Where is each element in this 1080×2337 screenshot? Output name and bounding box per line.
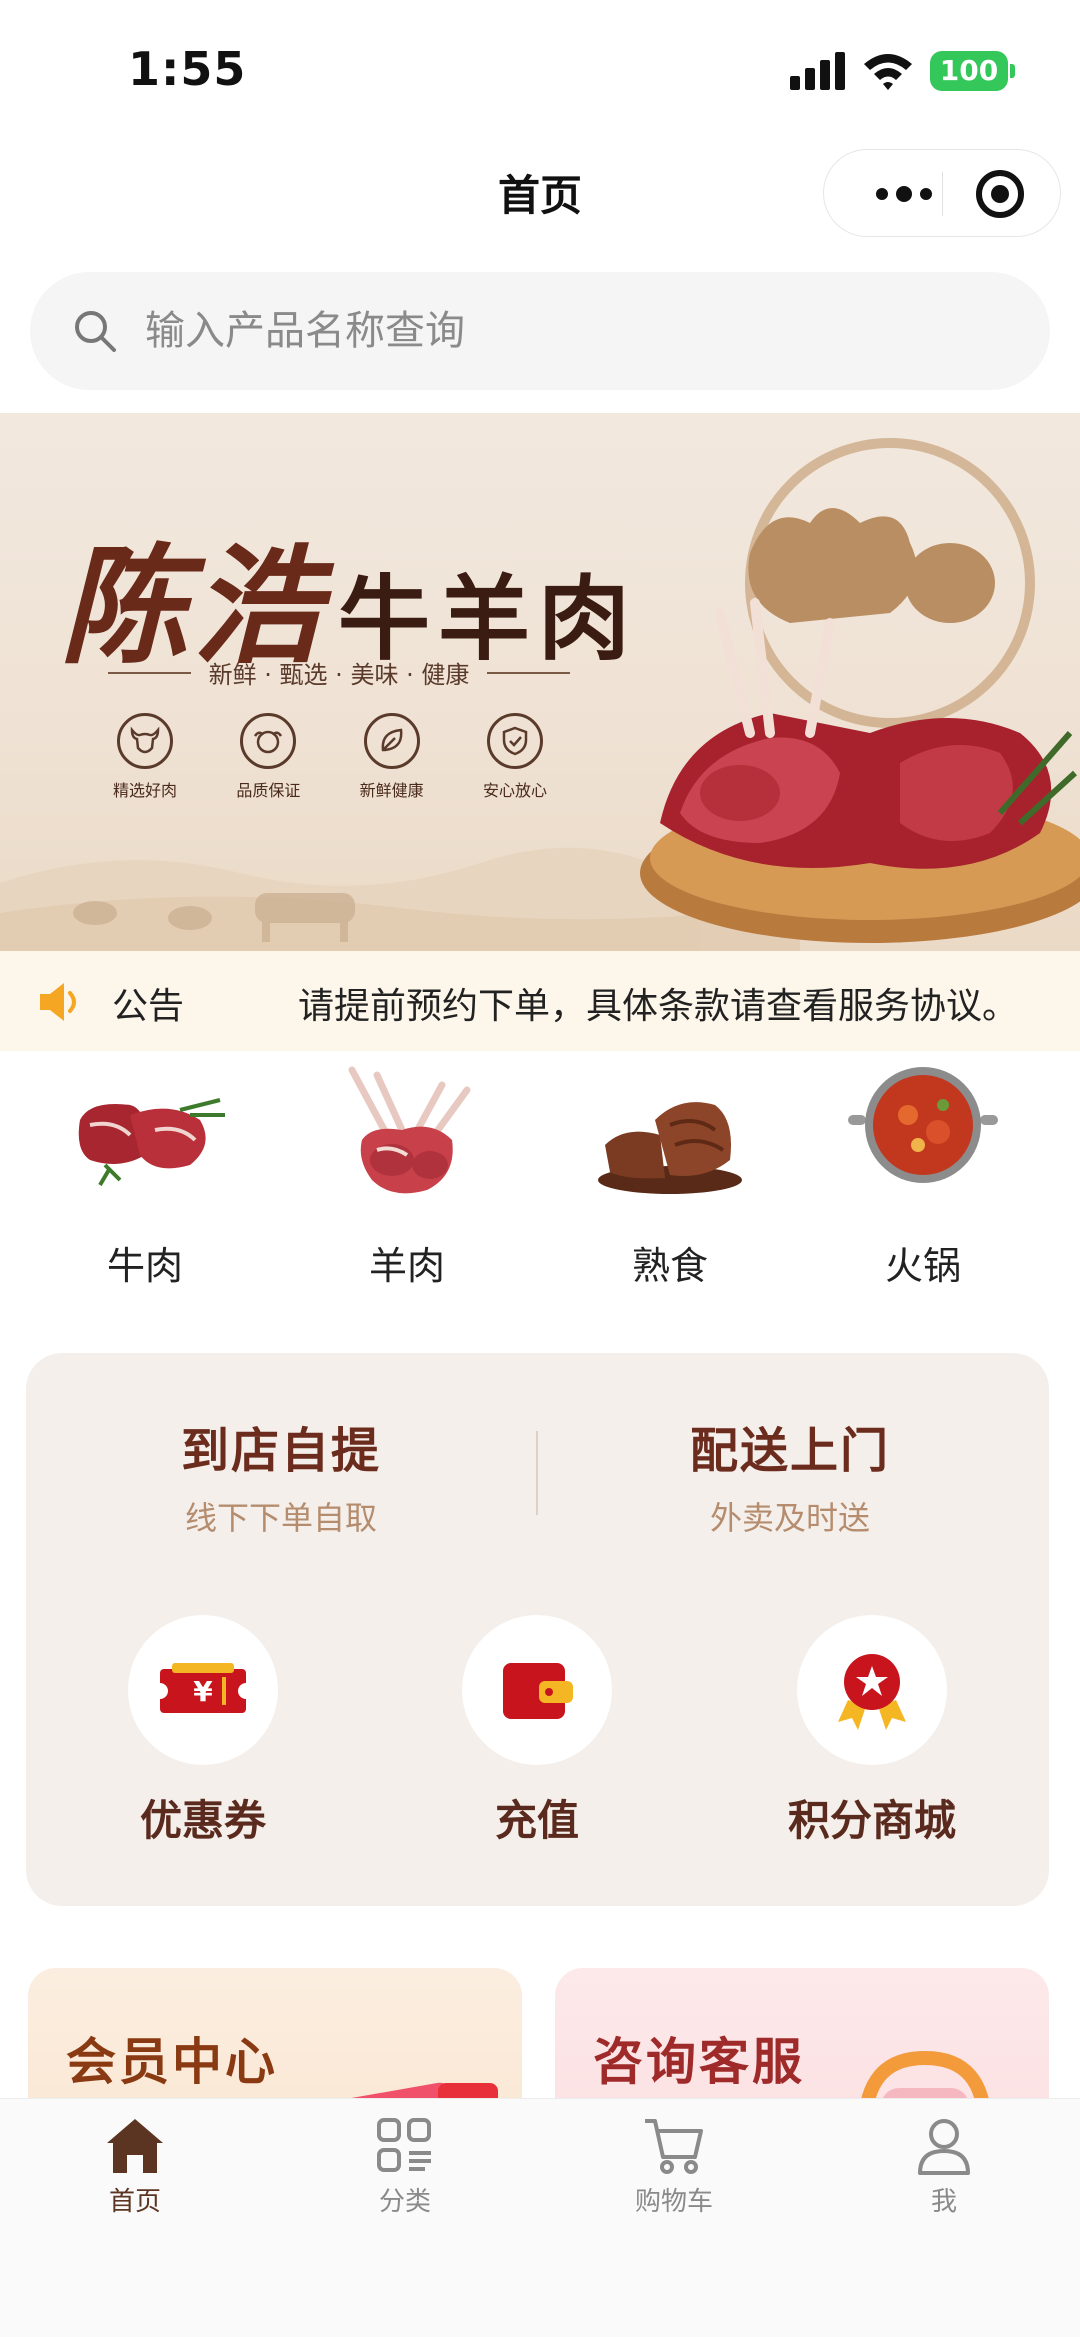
badge-label: 精选好肉	[112, 781, 177, 800]
sheep-head-icon	[240, 713, 297, 769]
cart-icon	[645, 2119, 703, 2174]
home-icon	[107, 2119, 163, 2173]
service-card: 到店自提 线下下单自取 配送上门 外卖及时送 ¥ 优惠券 充值 积分商城	[26, 1353, 1049, 1906]
search-icon	[75, 311, 116, 352]
delivery-option[interactable]: 配送上门 外卖及时送	[630, 1411, 950, 1539]
badge-label: 品质保证	[236, 781, 301, 800]
announcement-bar[interactable]: 公告 请提前预约下单，具体条款请查看服务协议。	[0, 951, 1080, 1051]
promo-banner[interactable]: 陈浩牛羊肉 新鲜 · 甄选 · 美味 · 健康 精选好肉 品质保证 新鲜健康	[0, 413, 1080, 951]
category-label: 火锅	[884, 1244, 961, 1288]
tab-label: 分类	[378, 2187, 431, 2217]
bottom-tab-bar: 首页 分类 购物车 我	[0, 2098, 1080, 2337]
badge-label: 安心放心	[482, 781, 547, 800]
banner-badges: 精选好肉 品质保证 新鲜健康 安心放心	[90, 713, 570, 801]
category-label: 熟食	[631, 1244, 708, 1288]
capsule-divider	[942, 172, 943, 216]
profile-icon	[918, 2119, 970, 2175]
badge-select-meat: 精选好肉	[90, 713, 200, 801]
option-divider	[536, 1431, 538, 1515]
beef-image	[78, 1098, 225, 1187]
leaf-icon	[363, 713, 420, 769]
recharge-label: 充值	[494, 1796, 579, 1845]
pickup-subtitle: 线下下单自取	[184, 1499, 377, 1537]
close-miniprogram-button[interactable]	[976, 170, 1024, 218]
more-dot-icon	[876, 188, 888, 200]
category-hotpot[interactable]: 火锅	[823, 1060, 1023, 1290]
delivery-subtitle: 外卖及时送	[709, 1499, 870, 1537]
coupon-button[interactable]: ¥ 优惠券	[83, 1615, 323, 1848]
category-beef[interactable]: 牛肉	[45, 1060, 245, 1290]
cooked-food-image	[598, 1102, 742, 1194]
member-center-title: 会员中心	[66, 2033, 278, 2091]
category-label: 牛肉	[106, 1244, 183, 1288]
pickup-option[interactable]: 到店自提 线下下单自取	[121, 1411, 441, 1539]
tab-label: 首页	[108, 2187, 161, 2217]
search-input[interactable]	[145, 272, 1005, 390]
speaker-icon	[40, 983, 76, 1021]
tab-cart[interactable]: 购物车	[594, 2117, 754, 2218]
points-mall-button[interactable]: 积分商城	[752, 1615, 992, 1848]
tagline-text: 新鲜 · 甄选 · 美味 · 健康	[208, 661, 470, 689]
tagline-dash	[108, 671, 191, 674]
banner-tagline: 新鲜 · 甄选 · 美味 · 健康	[108, 655, 571, 690]
medal-icon	[797, 1615, 947, 1765]
status-time: 1:55	[128, 42, 247, 96]
tab-category[interactable]: 分类	[325, 2117, 485, 2218]
tab-label: 我	[930, 2187, 957, 2217]
recharge-button[interactable]: 充值	[417, 1615, 657, 1848]
wallet-icon	[462, 1615, 612, 1765]
category-lamb[interactable]: 羊肉	[307, 1060, 507, 1290]
hotpot-image	[848, 1067, 998, 1183]
category-row: 牛肉 羊肉 熟食 火锅	[0, 1060, 1080, 1290]
tagline-dash	[487, 671, 571, 674]
banner-meat-illustration	[640, 438, 1080, 943]
svg-text:¥: ¥	[193, 1675, 213, 1708]
pickup-title: 到店自提	[180, 1423, 381, 1479]
nav-bar: 首页	[0, 140, 1080, 260]
badge-fresh: 新鲜健康	[337, 713, 447, 801]
category-cooked-food[interactable]: 熟食	[570, 1060, 770, 1290]
announcement-message: 请提前预约下单，具体条款请查看服务协议。	[298, 986, 1019, 1027]
search-bar[interactable]	[30, 272, 1050, 390]
points-mall-label: 积分商城	[787, 1796, 956, 1845]
wifi-icon	[864, 54, 912, 90]
mini-program-capsule	[823, 149, 1061, 237]
tab-profile[interactable]: 我	[864, 2117, 1024, 2218]
cow-head-icon	[117, 713, 173, 769]
badge-label: 新鲜健康	[359, 781, 424, 800]
delivery-title: 配送上门	[689, 1423, 890, 1479]
more-dot-icon	[896, 186, 912, 202]
cellular-signal-icon	[790, 52, 845, 90]
badge-safe: 安心放心	[460, 713, 570, 801]
coupon-label: 优惠券	[139, 1796, 266, 1845]
battery-indicator: 100	[930, 51, 1008, 91]
category-icon	[377, 2118, 431, 2172]
battery-tip	[1010, 64, 1015, 78]
category-label: 羊肉	[368, 1244, 445, 1288]
announcement-tag: 公告	[112, 986, 185, 1027]
more-dot-icon	[920, 188, 932, 200]
more-options-button[interactable]	[854, 172, 954, 216]
tab-home[interactable]: 首页	[55, 2117, 215, 2218]
shield-check-icon	[486, 713, 543, 769]
lamb-image	[348, 1066, 471, 1194]
badge-quality: 品质保证	[213, 713, 323, 801]
coupon-icon: ¥	[128, 1615, 278, 1765]
tab-label: 购物车	[634, 2187, 713, 2217]
status-bar: 1:55 100	[0, 0, 1080, 140]
customer-service-title: 咨询客服	[593, 2033, 805, 2091]
